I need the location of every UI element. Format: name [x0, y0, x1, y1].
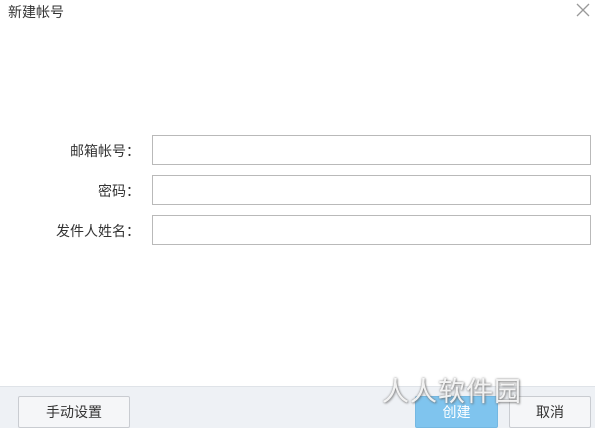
- sender-name-label: 发件人姓名：: [56, 224, 140, 240]
- create-button[interactable]: 创建: [415, 396, 498, 428]
- close-icon[interactable]: [571, 0, 595, 22]
- dialog-title: 新建帐号: [8, 5, 64, 21]
- sender-name-field[interactable]: [152, 215, 591, 245]
- new-account-dialog: 新建帐号 邮箱帐号： 密码： 发件人姓名： 手动设置 创建 取消 人人软件园: [0, 0, 595, 428]
- cancel-button[interactable]: 取消: [509, 396, 591, 428]
- password-field[interactable]: [152, 175, 591, 205]
- password-label: 密码：: [98, 184, 140, 200]
- manual-setup-button[interactable]: 手动设置: [18, 396, 130, 428]
- email-label: 邮箱帐号：: [70, 144, 140, 160]
- email-field[interactable]: [152, 135, 591, 165]
